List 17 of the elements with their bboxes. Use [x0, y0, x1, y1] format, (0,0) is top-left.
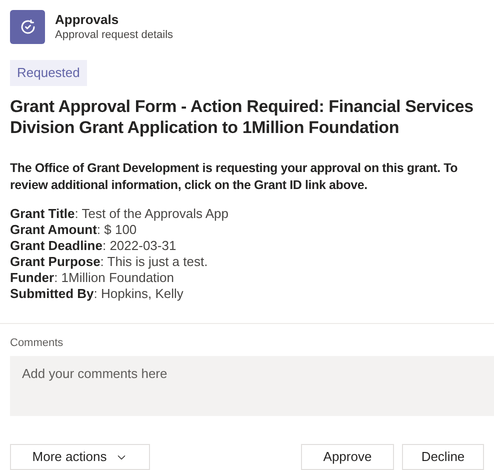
- request-message: The Office of Grant Development is requesting your approval on this grant. To review additional information, click on the Grant ID link above.: [10, 160, 459, 194]
- app-title: Approvals: [55, 12, 120, 28]
- status-badge: Requested: [10, 60, 87, 86]
- action-button[interactable]: Decline: [402, 444, 484, 470]
- detail-line: Grant Purpose: This is just a test.: [10, 254, 209, 270]
- detail-line: Grant Amount: $ 100: [10, 222, 138, 238]
- comments-field[interactable]: Add your comments here: [10, 356, 494, 416]
- comments-label: Comments: [10, 336, 64, 350]
- action-button[interactable]: Approve: [301, 444, 394, 470]
- detail-line: Grant Deadline: 2022-03-31: [10, 238, 178, 254]
- detail-line: Funder: 1Million Foundation: [10, 270, 176, 286]
- app-icon: [10, 10, 45, 44]
- app-subtitle: Approval request details: [55, 28, 174, 42]
- detail-line: Submitted By: Hopkins, Kelly: [10, 286, 184, 302]
- more-actions-button[interactable]: More actions: [10, 444, 150, 470]
- request-title: Grant Approval Form - Action Required: Financial Services Division Grant Application to 1Million Foundation: [10, 96, 474, 138]
- detail-line: Grant Title: Test of the Approvals App: [10, 206, 230, 222]
